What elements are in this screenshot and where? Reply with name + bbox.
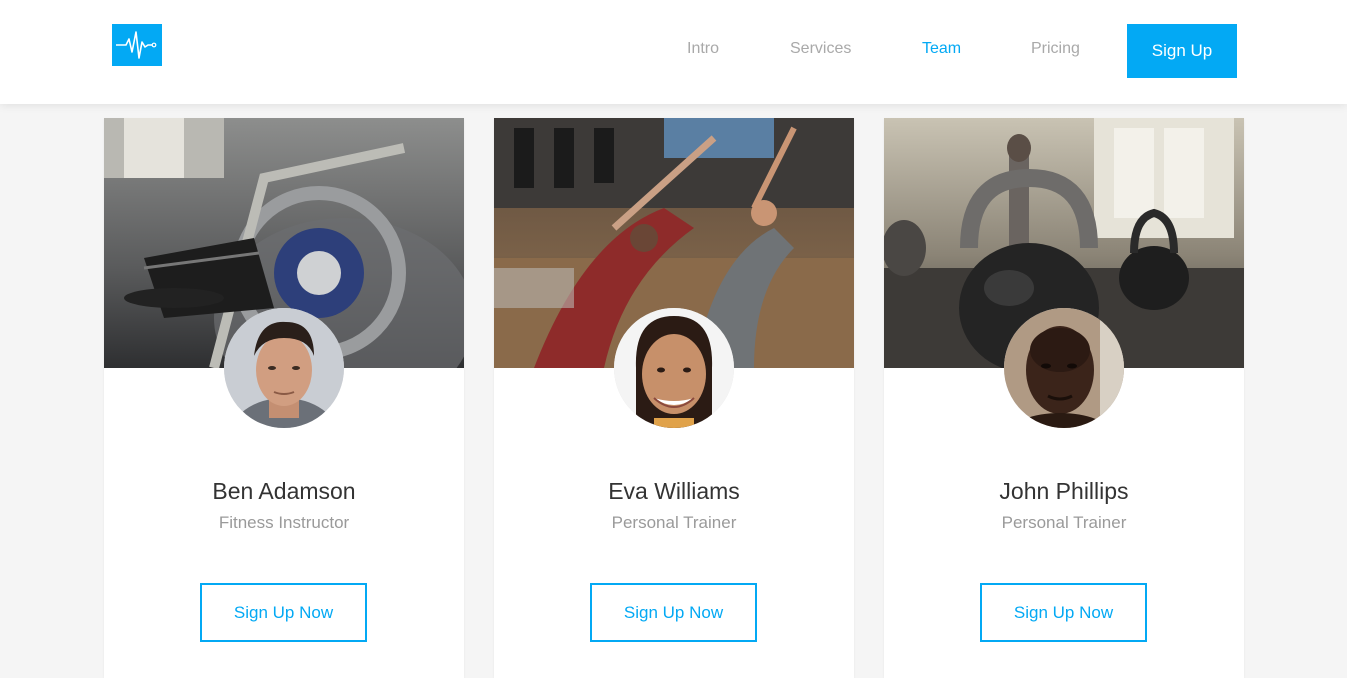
member-role: Personal Trainer	[1001, 513, 1127, 532]
logo[interactable]	[112, 24, 162, 66]
nav-link-pricing[interactable]: Pricing	[1031, 40, 1080, 58]
team-card: Eva Williams Personal Trainer Sign Up No…	[494, 118, 854, 678]
team-card: Ben Adamson Fitness Instructor Sign Up N…	[104, 118, 464, 678]
woman-portrait-photo	[614, 308, 734, 428]
nav-link-services[interactable]: Services	[790, 40, 851, 58]
avatar	[224, 308, 344, 428]
nav-link-team[interactable]: Team	[922, 40, 961, 58]
avatar	[1004, 308, 1124, 428]
man-portrait-photo	[1004, 308, 1124, 428]
member-role: Fitness Instructor	[218, 513, 350, 532]
sign-up-now-button[interactable]: Sign Up Now	[590, 583, 757, 642]
heartbeat-icon	[116, 31, 157, 59]
sign-up-button[interactable]: Sign Up	[1127, 24, 1237, 78]
man-portrait-photo	[224, 308, 344, 428]
sign-up-now-button[interactable]: Sign Up Now	[980, 583, 1147, 642]
team-card: John Phillips Personal Trainer Sign Up N…	[884, 118, 1244, 678]
nav-link-intro[interactable]: Intro	[687, 40, 719, 58]
sign-up-now-button[interactable]: Sign Up Now	[200, 583, 367, 642]
avatar	[614, 308, 734, 428]
member-role: Personal Trainer	[611, 513, 737, 532]
member-name: John Phillips	[999, 478, 1129, 504]
top-navbar: Intro Services Team Pricing Sign Up	[0, 0, 1347, 104]
member-name: Ben Adamson	[212, 478, 356, 504]
member-name: Eva Williams	[608, 478, 740, 504]
